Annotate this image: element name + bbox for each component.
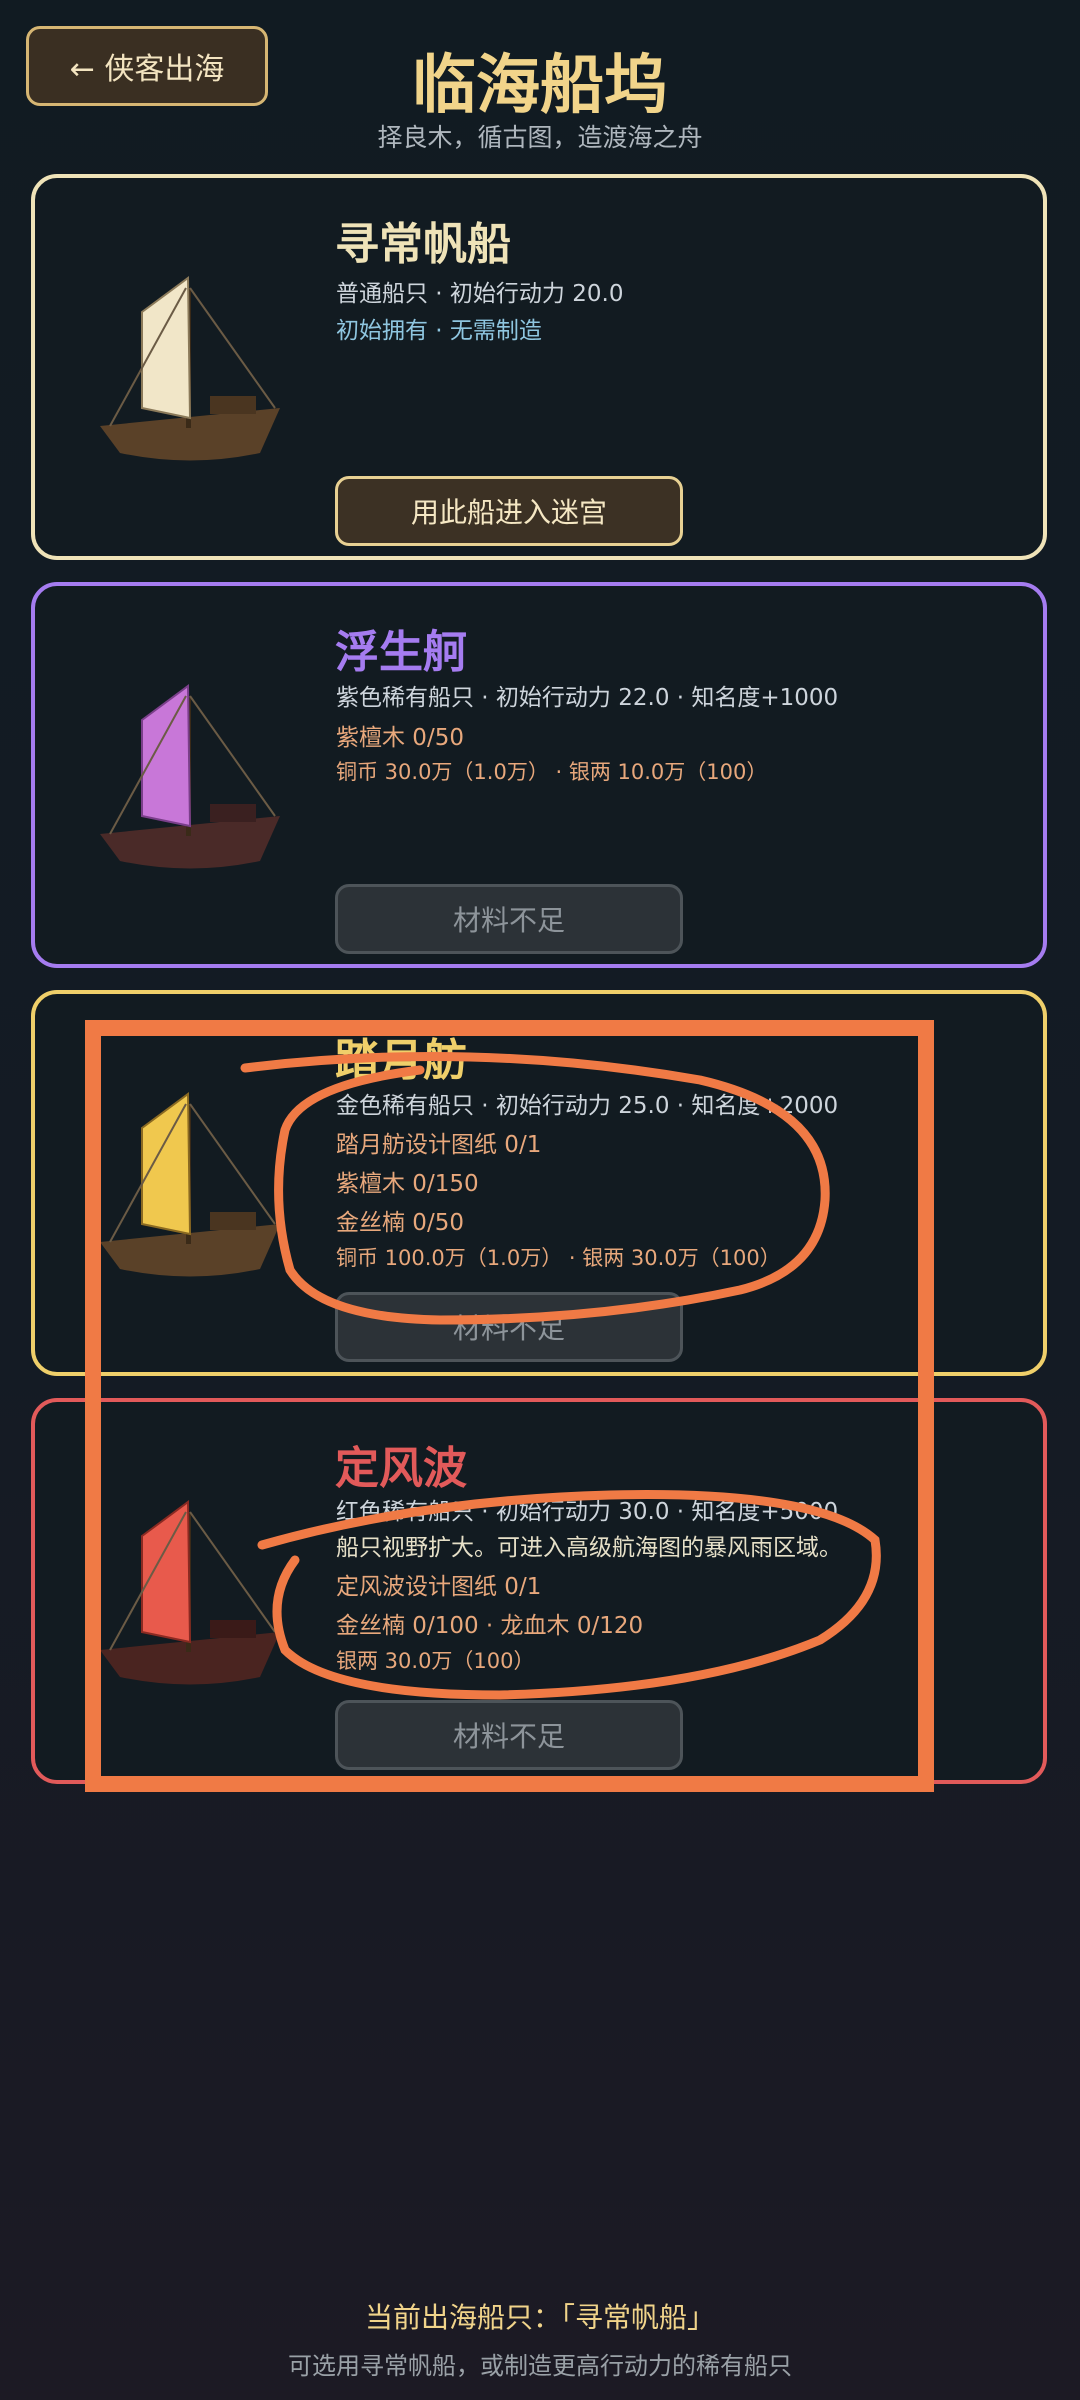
ship-icon bbox=[100, 1500, 280, 1685]
page-title: 临海船坞 bbox=[412, 48, 668, 123]
ship-card-xunchang: 寻常帆船 普通船只 · 初始行动力 20.0 初始拥有 · 无需制造 用此船进入… bbox=[31, 174, 1047, 560]
ship-note: 船只视野扩大。可进入高级航海图的暴风雨区域。 bbox=[336, 1535, 842, 1561]
ship-icon bbox=[100, 276, 280, 461]
footer-hint: 可选用寻常帆船，或制造更高行动力的稀有船只 bbox=[288, 2352, 792, 2380]
cost-line: 银两 30.0万（100） bbox=[336, 1649, 535, 1673]
ship-info: 金色稀有船只 · 初始行动力 25.0 · 知名度+2000 bbox=[336, 1093, 839, 1119]
material-line: 金丝楠 0/50 bbox=[336, 1210, 464, 1236]
ship-name: 定风波 bbox=[335, 1443, 467, 1494]
current-ship-status: 当前出海船只：「寻常帆船」 bbox=[364, 2301, 715, 2334]
enter-maze-button[interactable]: 用此船进入迷宫 bbox=[335, 476, 683, 546]
material-line: 踏月舫设计图纸 0/1 bbox=[336, 1132, 542, 1158]
craft-button-disabled[interactable]: 材料不足 bbox=[335, 884, 683, 954]
ship-info: 普通船只 · 初始行动力 20.0 bbox=[336, 281, 624, 307]
material-line: 定风波设计图纸 0/1 bbox=[336, 1574, 542, 1600]
page-subtitle: 择良木，循古图，造渡海之舟 bbox=[377, 123, 703, 152]
material-line: 紫檀木 0/50 bbox=[336, 725, 464, 751]
ship-icon bbox=[100, 684, 280, 869]
ship-name: 踏月舫 bbox=[335, 1035, 467, 1086]
material-line: 紫檀木 0/150 bbox=[336, 1171, 479, 1197]
ship-card-tayuefang: 踏月舫 金色稀有船只 · 初始行动力 25.0 · 知名度+2000 踏月舫设计… bbox=[31, 990, 1047, 1376]
ship-icon bbox=[100, 1092, 280, 1277]
ship-card-dingfengbo: 定风波 红色稀有船只 · 初始行动力 30.0 · 知名度+5000 船只视野扩… bbox=[31, 1398, 1047, 1784]
cost-line: 铜币 100.0万（1.0万） · 银两 30.0万（100） bbox=[336, 1246, 781, 1270]
ship-info: 紫色稀有船只 · 初始行动力 22.0 · 知名度+1000 bbox=[336, 685, 839, 711]
craft-button-disabled[interactable]: 材料不足 bbox=[335, 1292, 683, 1362]
ship-name: 浮生舸 bbox=[335, 627, 467, 678]
ship-owned-status: 初始拥有 · 无需制造 bbox=[336, 318, 542, 344]
ship-name: 寻常帆船 bbox=[335, 219, 511, 270]
cost-line: 铜币 30.0万（1.0万） · 银两 10.0万（100） bbox=[336, 760, 768, 784]
ship-info: 红色稀有船只 · 初始行动力 30.0 · 知名度+5000 bbox=[336, 1499, 839, 1525]
material-line: 金丝楠 0/100 · 龙血木 0/120 bbox=[336, 1613, 644, 1639]
ship-card-fushengge: 浮生舸 紫色稀有船只 · 初始行动力 22.0 · 知名度+1000 紫檀木 0… bbox=[31, 582, 1047, 968]
craft-button-disabled[interactable]: 材料不足 bbox=[335, 1700, 683, 1770]
